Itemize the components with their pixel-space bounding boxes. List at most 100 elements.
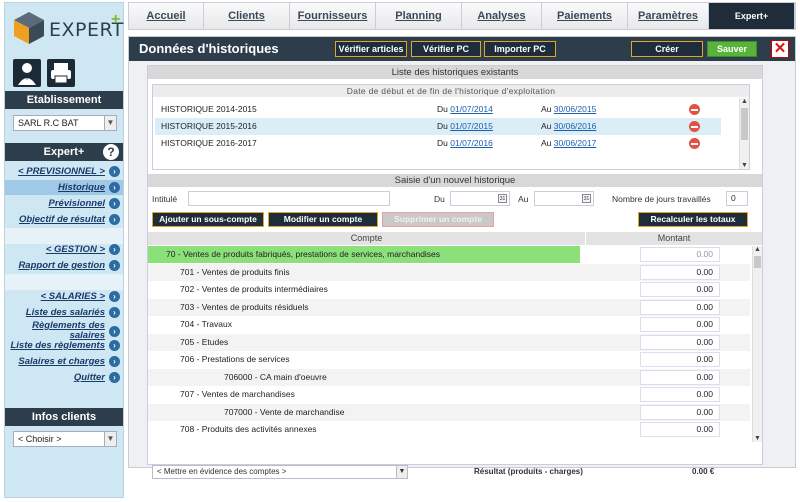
- montant-input[interactable]: 0.00: [640, 387, 720, 402]
- intitule-input[interactable]: [188, 191, 390, 206]
- menu-historique[interactable]: Historique ›: [5, 180, 123, 195]
- compte-row[interactable]: 707000 - Vente de marchandise 0.00: [148, 403, 750, 421]
- jours-input[interactable]: 0: [726, 191, 748, 206]
- printer-icon[interactable]: [47, 59, 75, 87]
- menu-objectif-resultat[interactable]: Objectif de résultat ›: [5, 212, 123, 227]
- montant-input[interactable]: 0.00: [640, 422, 720, 437]
- historiques-scrollbar[interactable]: ▲ ▼: [739, 98, 749, 169]
- du-date-link[interactable]: 01/07/2015: [450, 121, 493, 131]
- montant-input[interactable]: 0.00: [640, 352, 720, 367]
- tab-planning[interactable]: Planning: [376, 3, 462, 29]
- historique-row[interactable]: HISTORIQUE 2014-2015 Du 01/07/2014 Au 30…: [155, 101, 721, 118]
- menu-previsionnel[interactable]: Prévisionnel ›: [5, 196, 123, 211]
- tab-fournisseurs[interactable]: Fournisseurs: [290, 3, 376, 29]
- scroll-up-icon[interactable]: ▲: [753, 246, 762, 253]
- delete-icon[interactable]: [689, 104, 700, 115]
- etablissement-select[interactable]: SARL R.C BAT ▼: [13, 115, 117, 131]
- du-label: Du: [437, 138, 448, 148]
- compte-row[interactable]: 70 - Ventes de produits fabriqués, prest…: [148, 246, 750, 264]
- montant-input[interactable]: 0.00: [640, 299, 720, 315]
- user-profile-icon[interactable]: [13, 59, 41, 87]
- compte-row[interactable]: 703 - Ventes de produits résiduels 0.00: [148, 298, 750, 316]
- compte-row[interactable]: 705 - Etudes 0.00: [148, 333, 750, 351]
- montant-input[interactable]: 0.00: [640, 264, 720, 280]
- infos-clients-header: Infos clients: [5, 408, 123, 426]
- menu-rapport-gestion[interactable]: Rapport de gestion ›: [5, 258, 123, 273]
- menu-previsionnel-section[interactable]: < PREVISIONNEL > ›: [5, 164, 123, 179]
- compte-row[interactable]: 701 - Ventes de produits finis 0.00: [148, 263, 750, 281]
- montant-input[interactable]: 0.00: [640, 282, 720, 297]
- au-date-input[interactable]: 31: [534, 191, 594, 206]
- montant-input[interactable]: 0.00: [640, 247, 720, 262]
- au-label: Au: [541, 121, 552, 131]
- client-select-value: < Choisir >: [18, 434, 62, 444]
- du-date-link[interactable]: 01/07/2016: [450, 138, 493, 148]
- compte-row[interactable]: 704 - Travaux 0.00: [148, 316, 750, 334]
- modifier-compte-button[interactable]: Modifier un compte: [268, 212, 378, 227]
- close-icon[interactable]: ✕: [771, 40, 789, 58]
- expert-logo[interactable]: EXPERT +: [9, 9, 123, 49]
- menu-label: Quitter: [73, 372, 105, 383]
- menu-label: < SALARIES >: [40, 291, 105, 302]
- menu-liste-salaries[interactable]: Liste des salariés ›: [5, 305, 123, 320]
- ajouter-sous-compte-button[interactable]: Ajouter un sous-compte: [152, 212, 264, 227]
- historique-row[interactable]: HISTORIQUE 2015-2016 Du 01/07/2015 Au 30…: [155, 118, 721, 135]
- recalculer-totaux-button[interactable]: Recalculer les totaux: [638, 212, 748, 227]
- supprimer-compte-button[interactable]: Supprimer un compte: [382, 212, 494, 227]
- au-cell: Au 30/06/2016: [541, 118, 596, 135]
- help-icon[interactable]: ?: [103, 144, 119, 160]
- creer-button[interactable]: Créer: [631, 41, 703, 57]
- menu-gestion-section[interactable]: < GESTION > ›: [5, 242, 123, 257]
- tab-clients[interactable]: Clients: [204, 3, 290, 29]
- compte-row[interactable]: 706000 - CA main d'oeuvre 0.00: [148, 368, 750, 386]
- tab-parametres[interactable]: Paramètres: [628, 3, 709, 29]
- scroll-down-icon[interactable]: ▼: [753, 435, 762, 442]
- comptes-scrollbar[interactable]: ▲ ▼: [752, 246, 762, 442]
- menu-quitter[interactable]: Quitter ›: [5, 370, 123, 385]
- montant-input[interactable]: 0.00: [640, 404, 720, 420]
- menu-liste-reglements[interactable]: Liste des règlements ›: [5, 338, 123, 353]
- chevron-right-icon: ›: [109, 372, 120, 383]
- scroll-down-icon[interactable]: ▼: [740, 162, 749, 169]
- compte-label: 705 - Etudes: [180, 336, 229, 347]
- menu-label: Rapport de gestion: [18, 260, 105, 271]
- au-date-link[interactable]: 30/06/2015: [554, 104, 597, 114]
- du-date-link[interactable]: 01/07/2014: [450, 104, 493, 114]
- au-date-link[interactable]: 30/06/2017: [554, 138, 597, 148]
- menu-salaries-section[interactable]: < SALARIES > ›: [5, 289, 123, 304]
- compte-row[interactable]: 708 - Produits des activités annexes 0.0…: [148, 421, 750, 439]
- compte-row[interactable]: 707 - Ventes de marchandises 0.00: [148, 386, 750, 404]
- menu-salaires-charges[interactable]: Salaires et charges ›: [5, 354, 123, 369]
- verifier-pc-button[interactable]: Vérifier PC: [411, 41, 481, 57]
- menu-label: < PREVISIONNEL >: [18, 166, 105, 177]
- scroll-thumb[interactable]: [741, 108, 748, 140]
- compte-row[interactable]: 702 - Ventes de produits intermédiaires …: [148, 281, 750, 299]
- importer-pc-button[interactable]: Importer PC: [484, 41, 556, 57]
- montant-input[interactable]: 0.00: [640, 369, 720, 385]
- compte-row[interactable]: 706 - Prestations de services 0.00: [148, 351, 750, 369]
- tab-accueil[interactable]: Accueil: [129, 3, 204, 29]
- verifier-articles-button[interactable]: Vérifier articles: [335, 41, 407, 57]
- sauver-button[interactable]: Sauver: [707, 41, 757, 57]
- tab-paiements[interactable]: Paiements: [542, 3, 628, 29]
- calendar-icon[interactable]: 31: [498, 194, 507, 203]
- delete-icon[interactable]: [689, 121, 700, 132]
- montant-input[interactable]: 0.00: [640, 317, 720, 332]
- tab-analyses[interactable]: Analyses: [462, 3, 542, 29]
- au-cell: Au 30/06/2015: [541, 101, 596, 118]
- calendar-icon[interactable]: 31: [582, 194, 591, 203]
- chevron-right-icon: ›: [109, 244, 120, 255]
- historique-row[interactable]: HISTORIQUE 2016-2017 Du 01/07/2016 Au 30…: [155, 135, 721, 152]
- client-select[interactable]: < Choisir > ▼: [13, 431, 117, 447]
- highlight-comptes-select[interactable]: < Mettre en évidence des comptes > ▼: [152, 465, 408, 479]
- chevron-down-icon: ▼: [396, 466, 407, 478]
- scroll-up-icon[interactable]: ▲: [740, 98, 749, 105]
- au-date-link[interactable]: 30/06/2016: [554, 121, 597, 131]
- montant-input[interactable]: 0.00: [640, 334, 720, 350]
- delete-icon[interactable]: [689, 138, 700, 149]
- scroll-thumb[interactable]: [754, 256, 761, 268]
- historiques-subheader: Date de début et de fin de l'historique …: [153, 85, 749, 97]
- tab-expert-plus[interactable]: Expert+: [709, 3, 795, 29]
- du-date-input[interactable]: 31: [450, 191, 510, 206]
- expert-header: Expert+ ?: [5, 143, 123, 161]
